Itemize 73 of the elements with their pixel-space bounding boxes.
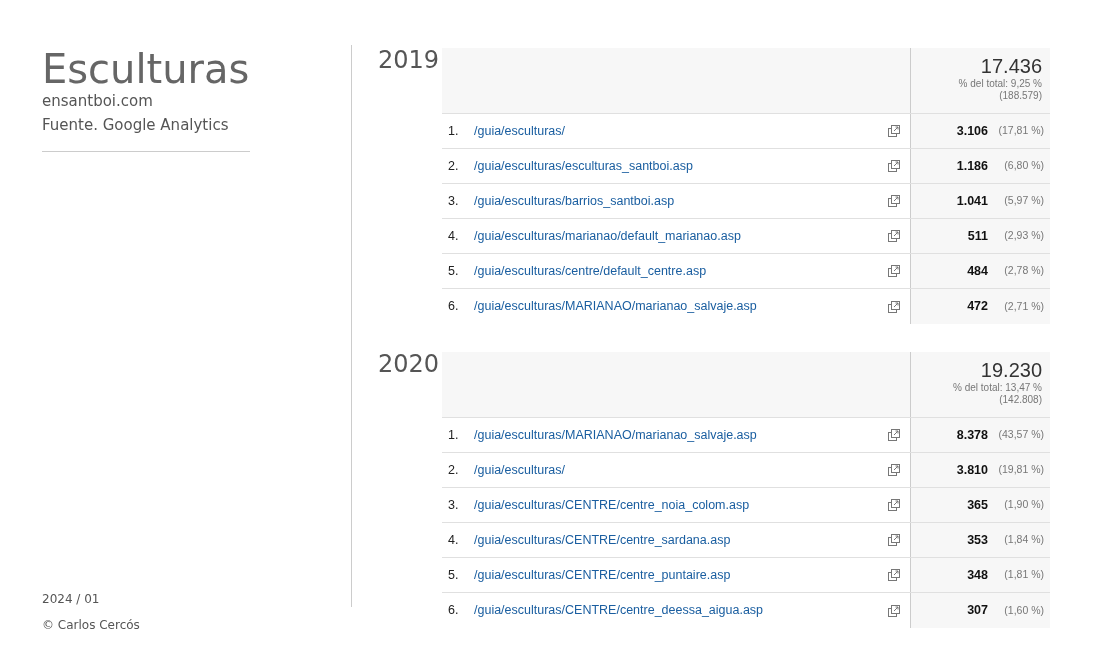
rank-number: 3.: [448, 192, 460, 210]
page-link[interactable]: /guia/esculturas/barrios_santboi.asp: [474, 191, 888, 211]
rank-number: 6.: [448, 602, 460, 620]
views-percent: (6,80 %): [1003, 158, 1044, 174]
total-overall: (188.579): [999, 90, 1042, 102]
open-page-icon[interactable]: [888, 125, 900, 137]
views-percent: (1,84 %): [1003, 532, 1044, 548]
date-text: 2024 / 01: [42, 591, 101, 607]
page-link[interactable]: /guia/esculturas/: [474, 121, 888, 141]
views-percent: (5,97 %): [1003, 193, 1044, 209]
source-text: Fuente. Google Analytics: [42, 115, 230, 135]
open-page-icon[interactable]: [888, 195, 900, 207]
page-link[interactable]: /guia/esculturas/CENTRE/centre_noia_colom.asp: [474, 495, 888, 515]
open-page-icon[interactable]: [888, 429, 900, 441]
open-page-icon[interactable]: [888, 499, 900, 511]
copyright-text: © Carlos Cercós: [42, 617, 140, 634]
views-value: 365: [967, 496, 988, 514]
views-value: 1.041: [956, 192, 988, 210]
page-link[interactable]: /guia/esculturas/CENTRE/centre_deessa_aigua.asp: [474, 601, 888, 620]
open-page-icon[interactable]: [888, 569, 900, 581]
views-percent: (19,81 %): [997, 462, 1044, 478]
page-link[interactable]: /guia/esculturas/marianao/default_marianao.asp: [474, 226, 888, 246]
views-value: 511: [967, 227, 988, 245]
rank-number: 1.: [448, 426, 460, 444]
total-share: % del total: 9,25 %: [958, 78, 1042, 90]
rank-number: 3.: [448, 496, 460, 514]
page-link[interactable]: /guia/esculturas/: [474, 460, 888, 480]
open-page-icon[interactable]: [888, 230, 900, 242]
views-value: 353: [967, 531, 988, 549]
open-page-icon[interactable]: [888, 534, 900, 546]
views-value: 484: [967, 262, 988, 280]
rank-number: 4.: [448, 227, 460, 245]
total-value: 17.436: [980, 56, 1042, 76]
rank-number: 5.: [448, 262, 460, 280]
total-share: % del total: 13,47 %: [953, 382, 1042, 394]
rank-number: 2.: [448, 157, 460, 175]
rank-number: 6.: [448, 298, 460, 316]
open-page-icon[interactable]: [888, 300, 900, 313]
rank-number: 1.: [448, 122, 460, 140]
rank-number: 2.: [448, 461, 460, 479]
views-value: 307: [967, 602, 988, 620]
site-name: ensantboi.com: [42, 91, 154, 111]
open-page-icon[interactable]: [888, 160, 900, 172]
views-value: 8.378: [956, 426, 988, 444]
total-overall: (142.808): [999, 394, 1042, 406]
views-percent: (43,57 %): [997, 427, 1044, 443]
year-label: 2019: [377, 48, 441, 72]
open-page-icon[interactable]: [888, 604, 900, 617]
page-link[interactable]: /guia/esculturas/CENTRE/centre_sardana.asp: [474, 530, 888, 550]
views-value: 3.810: [956, 461, 988, 479]
views-percent: (1,90 %): [1003, 497, 1044, 513]
views-value: 3.106: [956, 122, 988, 140]
rank-number: 4.: [448, 531, 460, 549]
views-value: 472: [967, 298, 988, 316]
views-percent: (1,60 %): [1003, 602, 1044, 618]
views-percent: (1,81 %): [1003, 567, 1044, 583]
total-value: 19.230: [980, 360, 1042, 380]
page-link[interactable]: /guia/esculturas/esculturas_santboi.asp: [474, 156, 888, 176]
year-label: 2020: [377, 352, 441, 376]
views-percent: (2,71 %): [1003, 298, 1044, 314]
page-link[interactable]: /guia/esculturas/MARIANAO/marianao_salvaje.asp: [474, 297, 888, 316]
open-page-icon[interactable]: [888, 464, 900, 476]
views-percent: (2,78 %): [1003, 263, 1044, 279]
page-link[interactable]: /guia/esculturas/MARIANAO/marianao_salvaje.asp: [474, 425, 888, 445]
page-link[interactable]: /guia/esculturas/CENTRE/centre_puntaire.asp: [474, 565, 888, 585]
views-percent: (17,81 %): [997, 123, 1044, 139]
views-value: 348: [967, 566, 988, 584]
page-title: Esculturas: [42, 45, 251, 93]
open-page-icon[interactable]: [888, 265, 900, 277]
rank-number: 5.: [448, 566, 460, 584]
views-percent: (2,93 %): [1003, 228, 1044, 244]
page-link[interactable]: /guia/esculturas/centre/default_centre.asp: [474, 261, 888, 281]
views-value: 1.186: [956, 157, 988, 175]
